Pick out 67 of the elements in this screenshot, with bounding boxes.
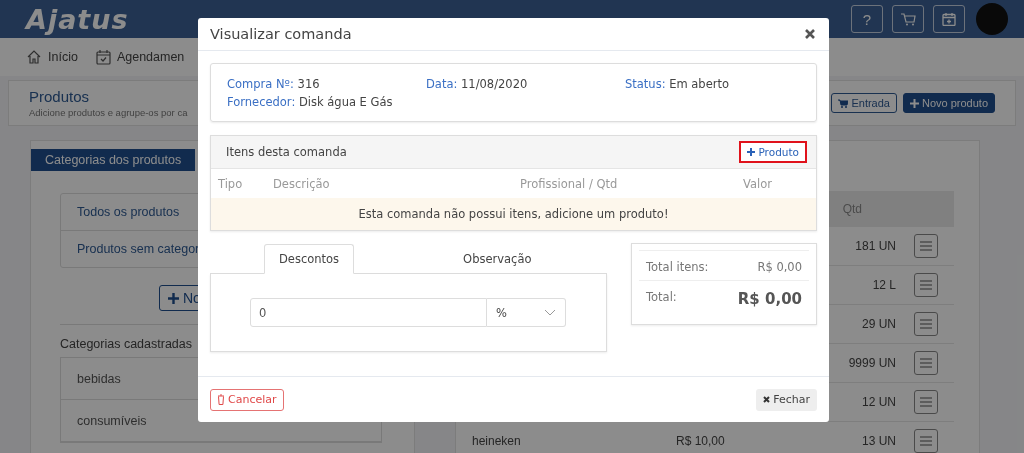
close-button[interactable] xyxy=(803,27,817,41)
column-header: Tipo xyxy=(218,176,244,191)
section-title: Categorias cadastradas xyxy=(60,337,194,351)
product-quantity: 13 UN xyxy=(861,434,896,448)
row-menu-button[interactable] xyxy=(914,351,938,375)
new-product-button[interactable]: Novo produto xyxy=(902,93,995,113)
calendar-plus-icon xyxy=(942,12,956,26)
help-button[interactable]: ? xyxy=(851,5,883,33)
empty-items-message: Esta comanda não possui itens, adicione um produto! xyxy=(211,198,816,230)
menu-icon xyxy=(920,397,932,407)
menu-icon xyxy=(920,280,932,290)
total-value: R$ 0,00 xyxy=(757,260,802,274)
close-dialog-button[interactable]: Fechar xyxy=(756,388,817,411)
page-subtitle: Adicione produtos e agrupe-os por ca xyxy=(29,107,188,118)
info-field: Status: Em aberto xyxy=(625,77,800,91)
calendar-button[interactable] xyxy=(933,5,965,33)
menu-icon xyxy=(920,436,932,446)
info-field: Fornecedor: Disk água E Gás xyxy=(227,95,426,109)
menu-icon xyxy=(920,241,932,251)
logo: Ajatus xyxy=(26,3,129,35)
avatar[interactable] xyxy=(976,3,1008,35)
menu-icon xyxy=(920,319,932,329)
nav-link[interactable]: Agendamen xyxy=(116,50,185,64)
menu-icon xyxy=(920,358,932,368)
total-label: Total itens: xyxy=(646,260,709,274)
column-header: Descrição xyxy=(273,176,331,191)
info-field: Compra Nº: 316 xyxy=(227,77,426,91)
categories-tab[interactable]: Categorias dos produtos xyxy=(31,149,196,171)
column-header: Valor xyxy=(743,176,773,191)
cart-button[interactable] xyxy=(892,5,924,33)
nav-link[interactable]: Início xyxy=(48,50,78,64)
home-icon xyxy=(26,49,42,65)
row-menu-button[interactable] xyxy=(914,273,938,297)
close-icon xyxy=(763,396,771,403)
plus-icon xyxy=(747,148,756,156)
trash-icon xyxy=(217,394,225,405)
cancel-button[interactable]: Cancelar xyxy=(210,388,284,411)
row-menu-button[interactable] xyxy=(914,234,938,258)
plus-icon xyxy=(909,98,919,108)
calendar-check-icon xyxy=(95,49,111,65)
total-label: Total: xyxy=(646,290,677,304)
info-field: Data: 11/08/2020 xyxy=(426,77,625,91)
add-product-button[interactable]: Produto xyxy=(739,141,807,163)
row-menu-button[interactable] xyxy=(914,312,938,336)
dialog-title: Visualizar comanda xyxy=(210,26,352,42)
total-value: R$ 0,00 xyxy=(737,290,802,308)
close-icon xyxy=(805,29,815,39)
plus-icon xyxy=(168,292,179,304)
cart-icon xyxy=(900,12,916,26)
entry-button[interactable]: Entrada xyxy=(831,93,897,113)
product-price: R$ 10,00 xyxy=(676,434,726,448)
row-menu-button[interactable] xyxy=(914,390,938,414)
product-quantity: 12 L xyxy=(871,278,896,292)
product-quantity: 181 UN xyxy=(854,239,896,253)
row-menu-button[interactable] xyxy=(914,429,938,453)
product-quantity: 9999 UN xyxy=(847,356,896,370)
product-quantity: 29 UN xyxy=(861,317,896,331)
tab[interactable]: Descontos xyxy=(264,244,355,274)
product-name: heineken xyxy=(472,434,522,448)
chevron-down-icon xyxy=(544,309,556,316)
cart-icon xyxy=(838,98,849,108)
column-header: Profissional / Qtd xyxy=(519,176,619,191)
tab[interactable]: Observação xyxy=(448,244,547,274)
panel-title: Itens desta comanda xyxy=(226,145,347,159)
page-title: Produtos xyxy=(29,88,91,105)
discount-input[interactable]: 0 xyxy=(250,298,487,327)
unit-select[interactable]: % xyxy=(487,298,566,327)
